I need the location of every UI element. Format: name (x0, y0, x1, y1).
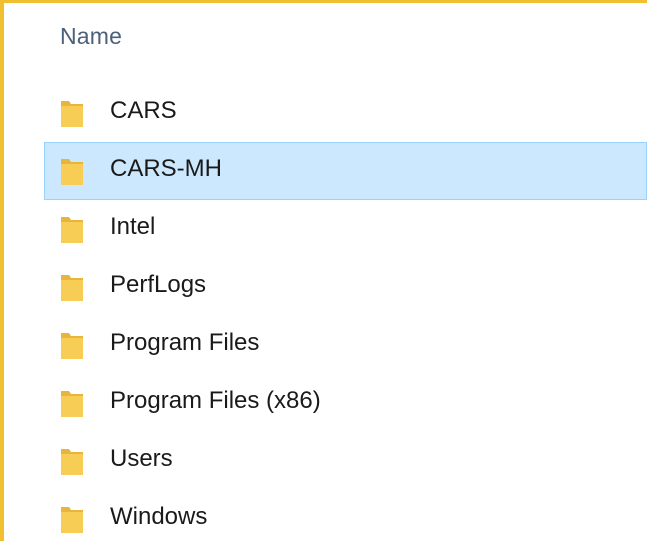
list-item-folder[interactable]: CARS (4, 84, 647, 142)
list-item-folder-selected[interactable]: CARS-MH (44, 142, 647, 200)
list-item-folder[interactable]: Intel (4, 200, 647, 258)
folder-name: Intel (110, 213, 156, 240)
list-item-folder[interactable]: Users (4, 432, 647, 490)
folder-name: PerfLogs (110, 271, 207, 298)
folder-icon (61, 217, 83, 243)
folder-icon (61, 159, 83, 185)
folder-icon (61, 507, 83, 533)
folder-name: Program Files (x86) (110, 387, 321, 414)
list-item-folder[interactable]: Program Files (4, 316, 647, 374)
list-item-folder[interactable]: Program Files (x86) (4, 374, 647, 432)
list-item-folder[interactable]: Windows (4, 490, 647, 548)
folder-icon (61, 101, 83, 127)
folder-name: CARS (110, 97, 177, 124)
folder-icon (61, 333, 83, 359)
folder-icon (61, 275, 83, 301)
folder-list: CARS CARS-MH Intel PerfLogs Program File… (4, 84, 647, 548)
folder-icon (61, 391, 83, 417)
folder-name: Users (110, 445, 173, 472)
folder-name: CARS-MH (110, 155, 222, 182)
folder-name: Windows (110, 503, 208, 530)
name-column-header[interactable]: Name (60, 23, 122, 50)
file-list-pane: Name CARS CARS-MH Intel PerfLogs Program… (0, 0, 647, 541)
list-item-folder[interactable]: PerfLogs (4, 258, 647, 316)
folder-icon (61, 449, 83, 475)
folder-name: Program Files (110, 329, 260, 356)
